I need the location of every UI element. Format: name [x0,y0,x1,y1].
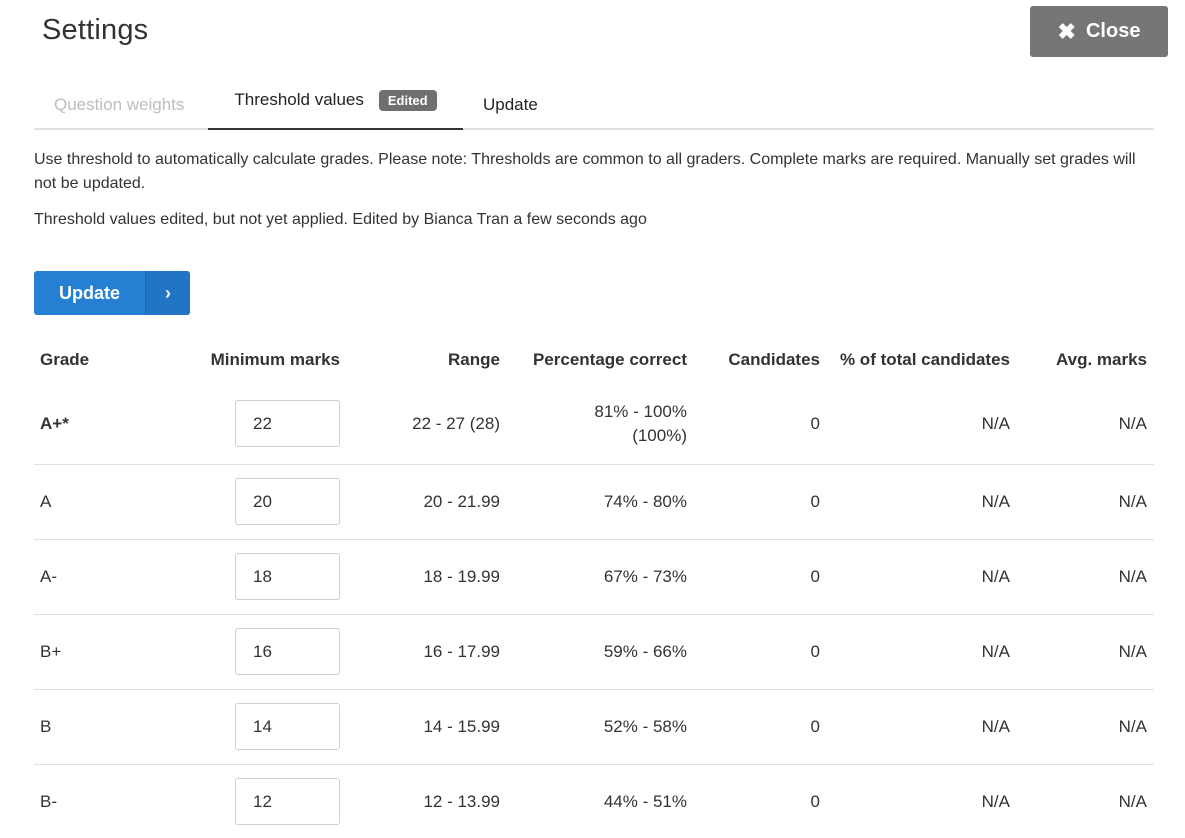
header-candidates: Candidates [728,350,820,369]
range-cell: 14 - 15.99 [347,689,507,765]
avg-marks-cell: N/A [1017,689,1154,765]
minimum-marks-input[interactable] [235,778,340,825]
percentage-range: 81% - 100% [594,401,687,421]
close-icon: ✖ [1057,18,1076,44]
header-range: Range [448,350,500,369]
range-cell: 22 - 27 (28) [347,384,507,465]
avg-marks-cell: N/A [1017,464,1154,540]
threshold-info-text: Use threshold to automatically calculate… [34,151,1136,192]
pct-total-cell: N/A [827,464,1017,540]
table-row: B 14 - 15.99 52% - 58% 0 N/A N/A [34,689,1154,765]
percentage-cell: 59% - 66% [507,614,694,690]
candidates-cell: 0 [694,689,827,765]
header-pct-total-candidates: % of total candidates [839,350,1010,369]
min-marks-cell [184,689,347,765]
minimum-marks-input[interactable] [235,553,340,600]
table-row: A 20 - 21.99 74% - 80% 0 N/A N/A [34,464,1154,540]
tab-label: Question weights [54,95,185,114]
table-row: A- 18 - 19.99 67% - 73% 0 N/A N/A [34,539,1154,615]
header-avg-marks: Avg. marks [1055,350,1147,369]
tab-label: Threshold values [234,90,364,109]
table-header-row: Grade Minimum marks Range Percentage cor… [34,336,1154,384]
tab-question-weights[interactable]: Question weights [54,80,184,130]
range-cell: 18 - 19.99 [347,539,507,615]
table-row: A+* 22 - 27 (28) 81% - 100% (100%) 0 N/A… [34,384,1154,465]
close-button-label: Close [1085,20,1141,42]
tab-threshold-values[interactable]: Threshold values Edited [208,80,463,130]
header-grade: Grade [40,350,90,369]
close-button[interactable]: ✖ Close [1030,6,1168,57]
tab-update[interactable]: Update [483,80,538,130]
range-cell: 16 - 17.99 [347,614,507,690]
percentage-max: (100%) [632,425,687,445]
pct-total-cell: N/A [827,614,1017,690]
percentage-cell: 67% - 73% [507,539,694,615]
min-marks-cell [184,384,347,465]
tab-label: Update [483,95,538,114]
avg-marks-cell: N/A [1017,764,1154,838]
grade-cell: A [34,464,184,540]
avg-marks-cell: N/A [1017,614,1154,690]
avg-marks-cell: N/A [1017,539,1154,615]
avg-marks-cell: N/A [1017,384,1154,465]
percentage-cell: 81% - 100% (100%) [507,384,694,465]
grade-cell: B+ [34,614,184,690]
grade-cell: A+* [34,384,184,465]
min-marks-cell [184,764,347,838]
range-cell: 12 - 13.99 [347,764,507,838]
update-button-label: Update [58,282,120,303]
tab-bar: Question weights Threshold values Edited… [34,80,1154,130]
chevron-right-icon: › [145,271,190,315]
percentage-cell: 52% - 58% [507,689,694,765]
range-cell: 20 - 21.99 [347,464,507,540]
min-marks-cell [184,464,347,540]
grade-cell: B- [34,764,184,838]
minimum-marks-input[interactable] [235,478,340,525]
page-title: Settings [42,14,149,46]
header-percentage-correct: Percentage correct [532,350,687,369]
percentage-cell: 74% - 80% [507,464,694,540]
pct-total-cell: N/A [827,539,1017,615]
edited-badge: Edited [378,89,437,111]
settings-page: Settings ✖ Close Question weights Thresh… [0,0,1185,838]
percentage-cell: 44% - 51% [507,764,694,838]
minimum-marks-input[interactable] [235,400,340,448]
grade-threshold-table: Grade Minimum marks Range Percentage cor… [34,336,1154,838]
min-marks-cell [184,539,347,615]
pct-total-cell: N/A [827,689,1017,765]
minimum-marks-input[interactable] [235,703,340,750]
grade-cell: A- [34,539,184,615]
candidates-cell: 0 [694,614,827,690]
candidates-cell: 0 [694,539,827,615]
table-row: B+ 16 - 17.99 59% - 66% 0 N/A N/A [34,614,1154,690]
grade-cell: B [34,689,184,765]
pct-total-cell: N/A [827,764,1017,838]
candidates-cell: 0 [694,464,827,540]
minimum-marks-input[interactable] [235,628,340,675]
table-row: B- 12 - 13.99 44% - 51% 0 N/A N/A [34,764,1154,838]
pct-total-cell: N/A [827,384,1017,465]
edit-status-text: Threshold values edited, but not yet app… [34,211,647,228]
header-minimum-marks: Minimum marks [210,350,340,369]
candidates-cell: 0 [694,764,827,838]
min-marks-cell [184,614,347,690]
candidates-cell: 0 [694,384,827,465]
update-button[interactable]: Update › [34,271,190,315]
